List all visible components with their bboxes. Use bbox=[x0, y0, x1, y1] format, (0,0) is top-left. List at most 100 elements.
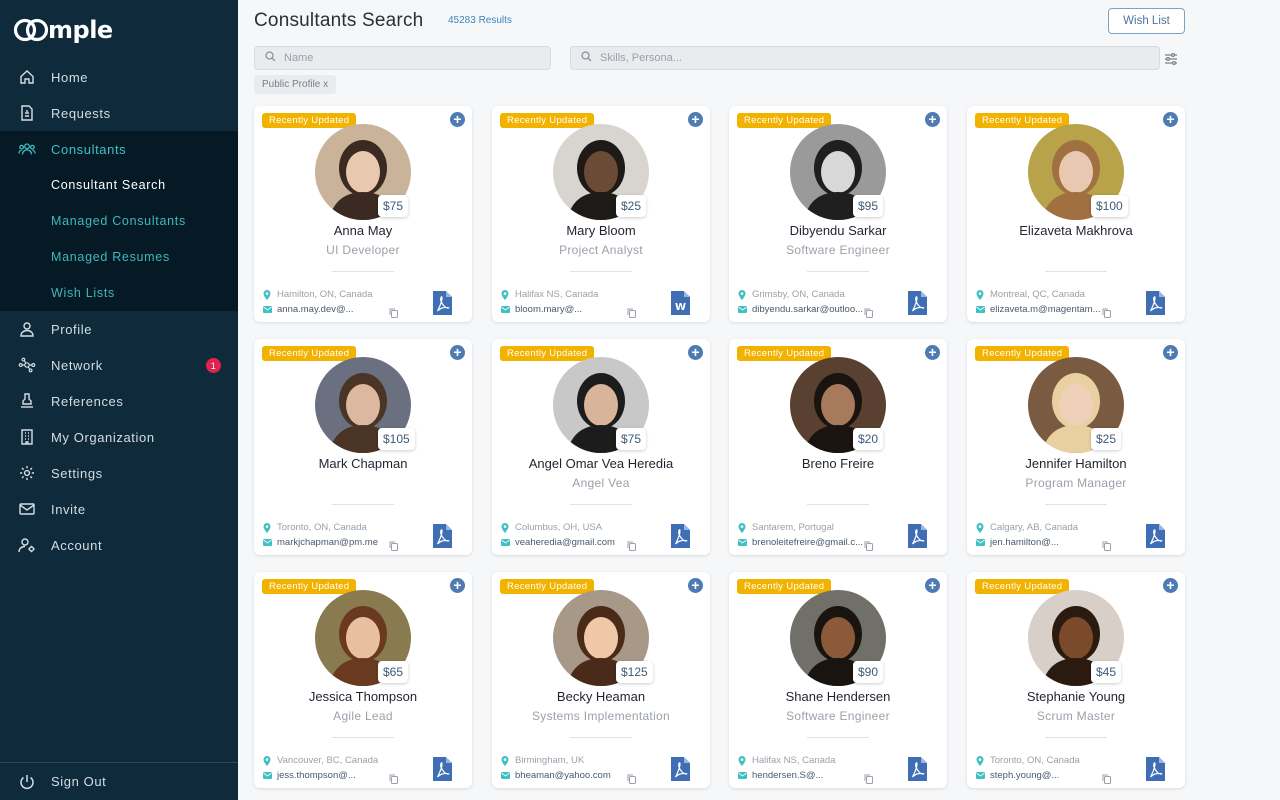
consultant-card[interactable]: Recently Updated + $125 Becky Heaman Sys… bbox=[492, 572, 710, 788]
consultant-email[interactable]: anna.may.dev@... bbox=[263, 304, 354, 315]
copy-icon[interactable] bbox=[389, 771, 398, 784]
consultant-card[interactable]: Recently Updated + $25 Mary Bloom Projec… bbox=[492, 106, 710, 322]
consultant-email[interactable]: jess.thompson@... bbox=[263, 770, 356, 781]
pdf-resume-icon[interactable] bbox=[1146, 757, 1165, 781]
consultant-card[interactable]: Recently Updated + $25 Jennifer Hamilton… bbox=[967, 339, 1185, 555]
skills-search-input[interactable] bbox=[600, 52, 1159, 64]
copy-icon[interactable] bbox=[627, 538, 636, 551]
consultant-name[interactable]: Jessica Thompson bbox=[254, 689, 472, 704]
divider bbox=[332, 271, 394, 272]
consultant-card[interactable]: Recently Updated + $95 Dibyendu Sarkar S… bbox=[729, 106, 947, 322]
sidebar-item-profile[interactable]: Profile bbox=[0, 311, 238, 347]
wish-list-button[interactable]: Wish List bbox=[1108, 8, 1185, 34]
pdf-resume-icon[interactable] bbox=[908, 757, 927, 781]
copy-icon[interactable] bbox=[1102, 538, 1111, 551]
copy-icon[interactable] bbox=[864, 771, 873, 784]
consultant-name[interactable]: Mary Bloom bbox=[492, 223, 710, 238]
subnav-managed-resumes[interactable]: Managed Resumes bbox=[0, 239, 238, 275]
sidebar-item-network[interactable]: Network 1 bbox=[0, 347, 238, 383]
pdf-resume-icon[interactable] bbox=[433, 291, 452, 315]
consultant-email[interactable]: markjchapman@pm.me bbox=[263, 537, 378, 548]
consultant-email[interactable]: jen.hamilton@... bbox=[976, 537, 1059, 548]
consultant-card[interactable]: Recently Updated + $75 Anna May UI Devel… bbox=[254, 106, 472, 322]
copy-icon[interactable] bbox=[864, 538, 873, 551]
add-to-wishlist-button[interactable]: + bbox=[1163, 578, 1178, 593]
sidebar-item-invite[interactable]: Invite bbox=[0, 491, 238, 527]
sidebar-item-settings[interactable]: Settings bbox=[0, 455, 238, 491]
sidebar-item-requests[interactable]: Requests bbox=[0, 95, 238, 131]
add-to-wishlist-button[interactable]: + bbox=[688, 345, 703, 360]
consultant-email[interactable]: bloom.mary@... bbox=[501, 304, 582, 315]
consultant-name[interactable]: Dibyendu Sarkar bbox=[729, 223, 947, 238]
pdf-resume-icon[interactable] bbox=[433, 757, 452, 781]
skills-search[interactable] bbox=[570, 46, 1160, 70]
consultant-card[interactable]: Recently Updated + $105 Mark Chapman Tor… bbox=[254, 339, 472, 555]
consultant-location: Toronto, ON, Canada bbox=[976, 755, 1080, 766]
add-to-wishlist-button[interactable]: + bbox=[925, 578, 940, 593]
add-to-wishlist-button[interactable]: + bbox=[688, 578, 703, 593]
pdf-resume-icon[interactable] bbox=[1146, 524, 1165, 548]
filter-settings-icon[interactable] bbox=[1164, 52, 1178, 66]
copy-icon[interactable] bbox=[864, 305, 873, 318]
copy-icon[interactable] bbox=[389, 538, 398, 551]
add-to-wishlist-button[interactable]: + bbox=[1163, 345, 1178, 360]
copy-icon[interactable] bbox=[627, 771, 636, 784]
copy-icon[interactable] bbox=[1102, 305, 1111, 318]
consultant-name[interactable]: Stephanie Young bbox=[967, 689, 1185, 704]
pdf-resume-icon[interactable] bbox=[1146, 291, 1165, 315]
word-resume-icon[interactable]: W bbox=[671, 291, 690, 315]
consultant-email[interactable]: bheaman@yahoo.com bbox=[501, 770, 611, 781]
consultant-card[interactable]: Recently Updated + $75 Angel Omar Vea He… bbox=[492, 339, 710, 555]
sign-out-button[interactable]: Sign Out bbox=[0, 762, 238, 800]
name-search[interactable] bbox=[254, 46, 551, 70]
add-to-wishlist-button[interactable]: + bbox=[925, 345, 940, 360]
sidebar-item-my-organization[interactable]: My Organization bbox=[0, 419, 238, 455]
pdf-resume-icon[interactable] bbox=[908, 291, 927, 315]
consultant-email[interactable]: brenoleitefreire@gmail.c... bbox=[738, 537, 863, 548]
filter-chip-public-profile[interactable]: Public Profile x bbox=[254, 75, 337, 94]
consultant-name[interactable]: Angel Omar Vea Heredia bbox=[492, 456, 710, 471]
pdf-resume-icon[interactable] bbox=[671, 757, 690, 781]
consultant-email[interactable]: veaheredia@gmail.com bbox=[501, 537, 615, 548]
consultant-card[interactable]: Recently Updated + $90 Shane Hendersen S… bbox=[729, 572, 947, 788]
consultant-name[interactable]: Shane Hendersen bbox=[729, 689, 947, 704]
subnav-wish-lists[interactable]: Wish Lists bbox=[0, 275, 238, 311]
consultant-name[interactable]: Anna May bbox=[254, 223, 472, 238]
copy-icon[interactable] bbox=[389, 305, 398, 318]
consultant-name[interactable]: Becky Heaman bbox=[492, 689, 710, 704]
add-to-wishlist-button[interactable]: + bbox=[925, 112, 940, 127]
subnav-managed-consultants[interactable]: Managed Consultants bbox=[0, 203, 238, 239]
copy-icon[interactable] bbox=[627, 305, 636, 318]
subnav-consultant-search[interactable]: Consultant Search bbox=[0, 167, 238, 203]
sidebar-item-consultants[interactable]: Consultants bbox=[0, 131, 238, 167]
add-to-wishlist-button[interactable]: + bbox=[450, 578, 465, 593]
pdf-resume-icon[interactable] bbox=[908, 524, 927, 548]
consultant-name[interactable]: Elizaveta Makhrova bbox=[967, 223, 1185, 238]
pdf-resume-icon[interactable] bbox=[433, 524, 452, 548]
divider bbox=[1045, 737, 1107, 738]
add-to-wishlist-button[interactable]: + bbox=[450, 112, 465, 127]
consultant-card[interactable]: Recently Updated + $20 Breno Freire Sant… bbox=[729, 339, 947, 555]
consultant-card[interactable]: Recently Updated + $100 Elizaveta Makhro… bbox=[967, 106, 1185, 322]
add-to-wishlist-button[interactable]: + bbox=[450, 345, 465, 360]
consultant-name[interactable]: Mark Chapman bbox=[254, 456, 472, 471]
sidebar-item-account[interactable]: Account bbox=[0, 527, 238, 563]
app-logo[interactable]: mple bbox=[14, 14, 113, 46]
document-icon bbox=[18, 104, 36, 122]
consultant-email[interactable]: hendersen.S@... bbox=[738, 770, 823, 781]
divider bbox=[807, 271, 869, 272]
consultant-card[interactable]: Recently Updated + $65 Jessica Thompson … bbox=[254, 572, 472, 788]
add-to-wishlist-button[interactable]: + bbox=[688, 112, 703, 127]
sidebar-item-home[interactable]: Home bbox=[0, 59, 238, 95]
consultant-name[interactable]: Jennifer Hamilton bbox=[967, 456, 1185, 471]
consultant-name[interactable]: Breno Freire bbox=[729, 456, 947, 471]
pdf-resume-icon[interactable] bbox=[671, 524, 690, 548]
consultant-email[interactable]: elizaveta.m@magentam... bbox=[976, 304, 1101, 315]
add-to-wishlist-button[interactable]: + bbox=[1163, 112, 1178, 127]
name-search-input[interactable] bbox=[284, 52, 550, 64]
consultant-card[interactable]: Recently Updated + $45 Stephanie Young S… bbox=[967, 572, 1185, 788]
consultant-email[interactable]: steph.young@... bbox=[976, 770, 1059, 781]
copy-icon[interactable] bbox=[1102, 771, 1111, 784]
sidebar-item-references[interactable]: References bbox=[0, 383, 238, 419]
consultant-email[interactable]: dibyendu.sarkar@outloo... bbox=[738, 304, 863, 315]
